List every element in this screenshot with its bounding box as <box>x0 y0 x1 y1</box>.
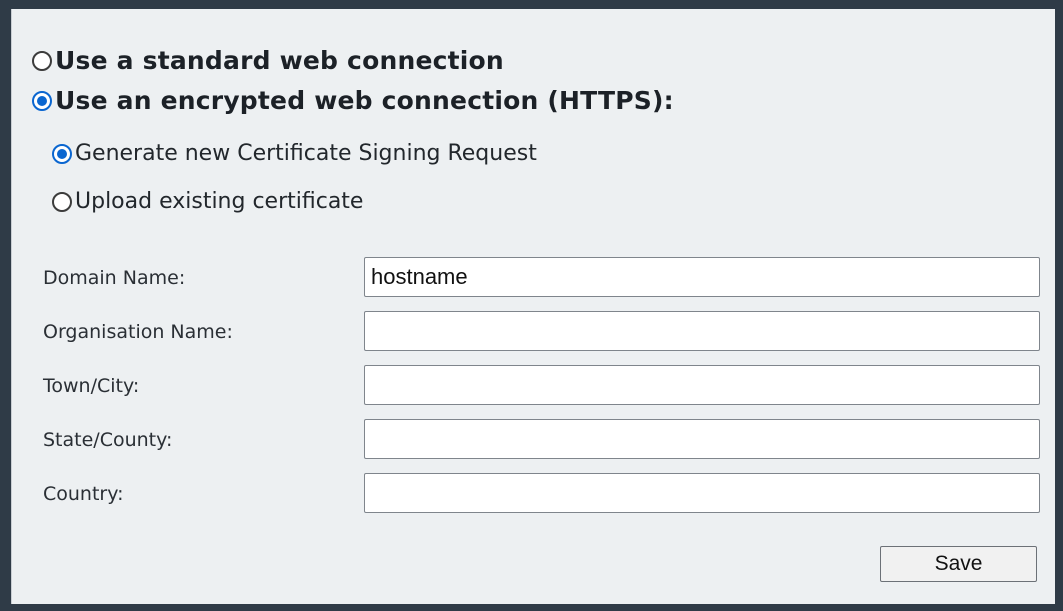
town-city-input[interactable] <box>364 365 1040 405</box>
organisation-name-input[interactable] <box>364 311 1040 351</box>
country-label: Country: <box>43 483 124 505</box>
generate-csr-label: Generate new Certificate Signing Request <box>75 141 537 166</box>
generate-csr-radio[interactable] <box>52 143 72 164</box>
state-county-label: State/County: <box>43 429 173 451</box>
standard-connection-option[interactable]: Use a standard web connection <box>32 46 504 75</box>
upload-certificate-option[interactable]: Upload existing certificate <box>52 189 363 214</box>
state-county-input[interactable] <box>364 419 1040 459</box>
https-settings-panel: Use a standard web connection Use an enc… <box>11 9 1055 604</box>
generate-csr-option[interactable]: Generate new Certificate Signing Request <box>52 141 537 166</box>
upload-certificate-label: Upload existing certificate <box>75 189 364 214</box>
https-connection-label: Use an encrypted web connection (HTTPS): <box>55 86 674 115</box>
standard-connection-radio[interactable] <box>32 50 52 71</box>
save-button[interactable]: Save <box>880 546 1037 582</box>
town-city-label: Town/City: <box>43 375 140 397</box>
country-input[interactable] <box>364 473 1040 513</box>
https-connection-radio[interactable] <box>32 90 52 111</box>
domain-name-input[interactable] <box>364 257 1040 297</box>
https-connection-option[interactable]: Use an encrypted web connection (HTTPS): <box>32 86 674 115</box>
upload-certificate-radio[interactable] <box>52 191 72 212</box>
domain-name-label: Domain Name: <box>43 267 186 289</box>
standard-connection-label: Use a standard web connection <box>55 46 504 75</box>
organisation-name-label: Organisation Name: <box>43 321 233 343</box>
